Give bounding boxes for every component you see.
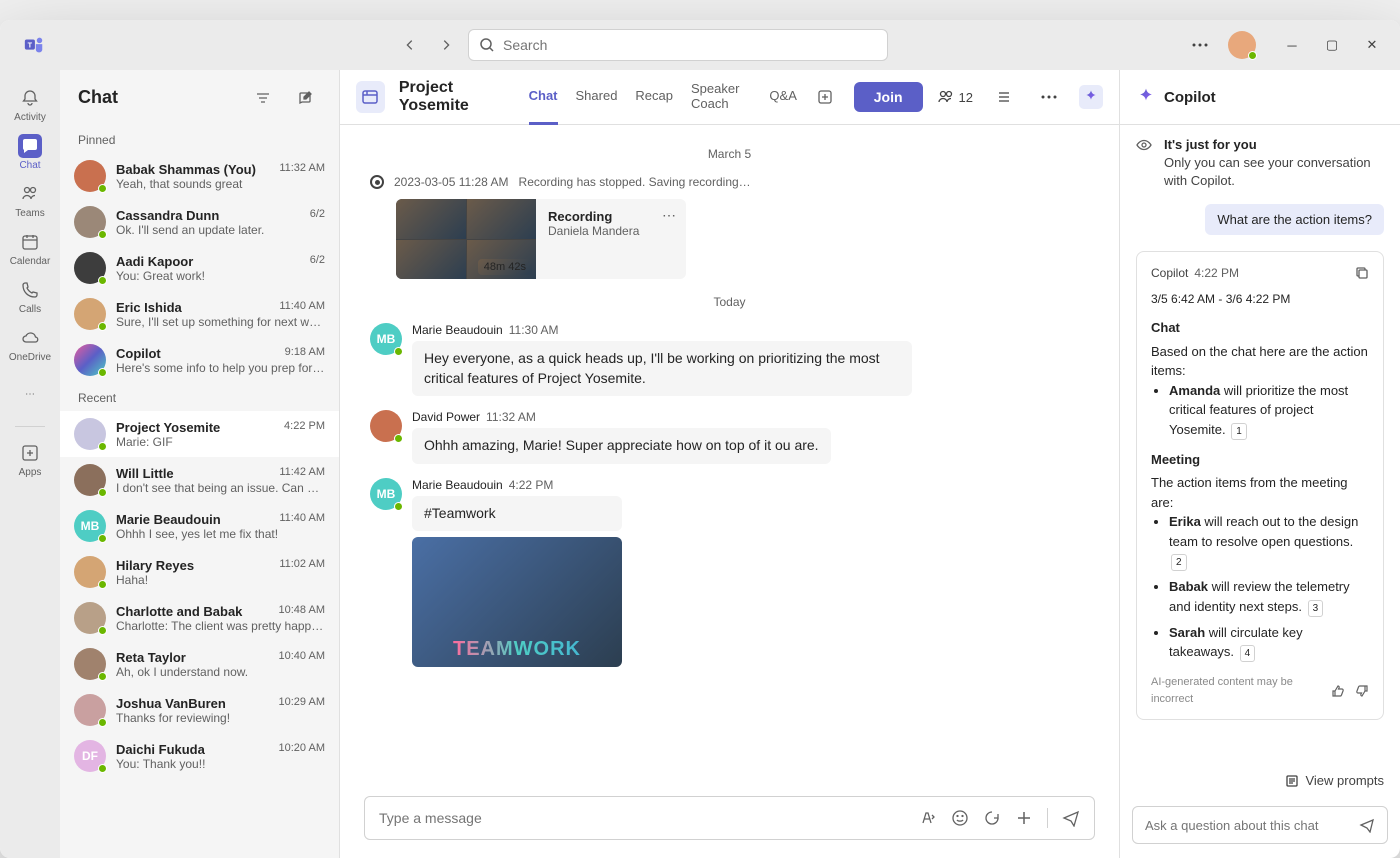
new-chat-button[interactable] <box>289 82 321 114</box>
chat-row[interactable]: Cassandra Dunn6/2Ok. I'll send an update… <box>60 199 339 245</box>
copilot-toggle-button[interactable] <box>1079 85 1103 109</box>
maximize-button[interactable]: ▢ <box>1314 31 1350 59</box>
message-composer[interactable] <box>364 796 1095 840</box>
participant-count[interactable]: 12 <box>937 88 973 106</box>
chat-row[interactable]: Hilary Reyes11:02 AMHaha! <box>60 549 339 595</box>
chat-row[interactable]: Will Little11:42 AMI don't see that bein… <box>60 457 339 503</box>
teams-logo-icon: T <box>20 31 48 59</box>
chat-row[interactable]: Joshua VanBuren10:29 AMThanks for review… <box>60 687 339 733</box>
emoji-icon[interactable] <box>951 809 969 827</box>
add-tab-button[interactable] <box>811 81 840 113</box>
conversation-title: Project Yosemite <box>399 79 515 115</box>
filter-button[interactable] <box>247 82 279 114</box>
search-input[interactable] <box>468 29 888 61</box>
info-notice: It's just for you Only you can see your … <box>1136 137 1384 190</box>
rail-teams[interactable]: Teams <box>4 176 56 224</box>
recording-more-icon[interactable]: ⋯ <box>662 207 676 224</box>
thumbs-up-button[interactable] <box>1331 684 1345 698</box>
add-icon[interactable] <box>1015 809 1033 827</box>
rail-calendar[interactable]: Calendar <box>4 224 56 272</box>
copy-icon[interactable] <box>1355 266 1369 280</box>
action-item: Amanda will prioritize the most critical… <box>1169 381 1369 440</box>
action-item: Erika will reach out to the design team … <box>1169 512 1369 571</box>
chat-row[interactable]: Copilot9:18 AMHere's some info to help y… <box>60 337 339 383</box>
view-prompts-button[interactable]: View prompts <box>1120 763 1400 798</box>
chat-row[interactable]: Aadi Kapoor6/2You: Great work! <box>60 245 339 291</box>
gif-attachment[interactable]: TEAMWORK <box>412 537 622 667</box>
copilot-response: Copilot4:22 PM 3/5 6:42 AM - 3/6 4:22 PM… <box>1136 251 1384 720</box>
minimize-button[interactable]: ─ <box>1274 31 1310 59</box>
copilot-icon <box>1136 87 1156 107</box>
list-title: Chat <box>78 87 237 108</box>
rail-more[interactable]: ⋯ <box>4 370 56 418</box>
rail-calls[interactable]: Calls <box>4 272 56 320</box>
join-button[interactable]: Join <box>854 82 923 112</box>
chat-row[interactable]: Project Yosemite4:22 PMMarie: GIF <box>60 411 339 457</box>
system-message: 2023-03-05 11:28 AM Recording has stoppe… <box>370 175 1089 189</box>
action-item: Babak will review the telemetry and iden… <box>1169 577 1369 617</box>
recording-thumbnail: 48m 42s <box>396 199 536 279</box>
pinned-section: Pinned <box>60 125 339 153</box>
rail-onedrive[interactable]: OneDrive <box>4 320 56 368</box>
user-message: What are the action items? <box>1205 204 1384 235</box>
format-icon[interactable] <box>919 809 937 827</box>
eye-icon <box>1136 137 1154 190</box>
chat-row[interactable]: Babak Shammas (You)11:32 AMYeah, that so… <box>60 153 339 199</box>
citation[interactable]: 2 <box>1171 554 1187 571</box>
message: David Power11:32 AMOhhh amazing, Marie! … <box>370 410 1089 464</box>
tab-q&a[interactable]: Q&A <box>769 70 796 125</box>
conversation-avatar-icon <box>356 81 385 113</box>
rail-apps[interactable]: Apps <box>4 435 56 483</box>
date-separator: Today <box>370 295 1089 309</box>
copilot-input[interactable] <box>1132 806 1388 844</box>
recent-section: Recent <box>60 383 339 411</box>
list-button[interactable] <box>987 81 1019 113</box>
action-item: Sarah will circulate key takeaways. 4 <box>1169 623 1369 663</box>
citation[interactable]: 4 <box>1240 645 1256 662</box>
more-button[interactable] <box>1184 29 1216 61</box>
chat-row[interactable]: Charlotte and Babak10:48 AMCharlotte: Th… <box>60 595 339 641</box>
chat-row[interactable]: Reta Taylor10:40 AMAh, ok I understand n… <box>60 641 339 687</box>
profile-avatar[interactable] <box>1228 31 1256 59</box>
conv-more-button[interactable] <box>1033 81 1065 113</box>
message: MBMarie Beaudouin11:30 AMHey everyone, a… <box>370 323 1089 396</box>
citation[interactable]: 1 <box>1231 423 1247 440</box>
prompts-icon <box>1285 774 1299 788</box>
nav-back-button[interactable] <box>396 31 424 59</box>
search-icon <box>479 37 495 53</box>
chat-row[interactable]: Eric Ishida11:40 AMSure, I'll set up som… <box>60 291 339 337</box>
send-icon[interactable] <box>1359 817 1375 833</box>
copilot-title: Copilot <box>1164 89 1216 106</box>
chat-row[interactable]: DFDaichi Fukuda10:20 AMYou: Thank you!! <box>60 733 339 779</box>
close-button[interactable]: ✕ <box>1354 31 1390 59</box>
thumbs-down-button[interactable] <box>1355 684 1369 698</box>
loop-icon[interactable] <box>983 809 1001 827</box>
citation[interactable]: 3 <box>1308 600 1324 617</box>
chat-row[interactable]: MBMarie Beaudouin11:40 AMOhhh I see, yes… <box>60 503 339 549</box>
record-icon <box>370 175 384 189</box>
date-separator: March 5 <box>370 147 1089 161</box>
send-button[interactable] <box>1062 809 1080 827</box>
tab-shared[interactable]: Shared <box>576 70 618 125</box>
tab-chat[interactable]: Chat <box>529 70 558 125</box>
message: MBMarie Beaudouin4:22 PM#TeamworkTEAMWOR… <box>370 478 1089 668</box>
nav-forward-button[interactable] <box>432 31 460 59</box>
tab-recap[interactable]: Recap <box>635 70 673 125</box>
recording-card[interactable]: 48m 42s Recording Daniela Mandera ⋯ <box>396 199 686 279</box>
rail-activity[interactable]: Activity <box>4 80 56 128</box>
rail-chat[interactable]: Chat <box>4 128 56 176</box>
svg-text:T: T <box>28 40 33 49</box>
tab-speaker-coach[interactable]: Speaker Coach <box>691 70 751 125</box>
